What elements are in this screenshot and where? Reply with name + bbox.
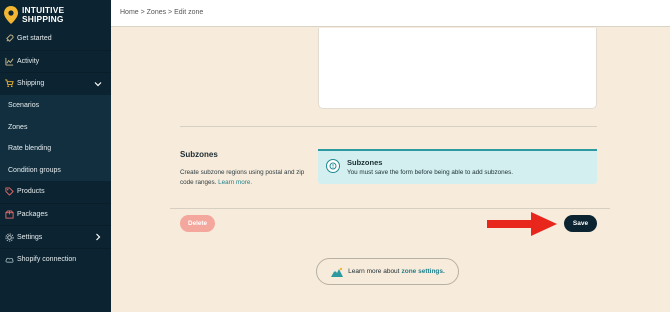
sidebar-item-products[interactable]: Products [0,181,111,203]
sidebar-item-label: Rate blending [8,145,52,153]
cart-icon [4,79,14,89]
breadcrumb[interactable]: Home > Zones > Edit zone [120,9,203,16]
learn-more-link[interactable]: Learn more. [218,179,252,186]
info-icon [326,159,340,173]
arrow-right-icon [487,212,557,236]
sidebar-item-label: Products [17,188,45,196]
sidebar-item-get-started[interactable]: Get started [0,28,111,50]
sidebar-item-zones[interactable]: Zones [0,116,111,138]
section-description: Create subzone regions using postal and … [180,169,305,186]
sidebar-item-label: Packages [17,211,48,219]
chevron-right-icon[interactable] [93,232,103,242]
sidebar-item-label: Activity [17,57,40,65]
info-message: You must save the form before being able… [347,169,514,176]
sidebar-item-settings[interactable]: Settings [0,226,111,248]
sidebar: INTUITIVE SHIPPING Get started Activity … [0,0,111,312]
sidebar-item-activity[interactable]: Activity [0,51,111,73]
delete-button[interactable]: Delete [180,215,215,232]
sidebar-item-scenarios[interactable]: Scenarios [0,94,111,117]
sidebar-item-shopify-connection[interactable]: Shopify connection [0,249,111,271]
sidebar-item-condition-groups[interactable]: Condition groups [0,159,111,182]
sidebar-item-label: Zones [8,123,28,131]
zone-settings-link[interactable]: zone settings. [401,268,444,275]
info-banner: Subzones You must save the form before b… [318,149,597,184]
zone-form-card [318,28,597,109]
chevron-down-icon[interactable] [93,79,103,89]
sidebar-item-label: Get started [17,35,52,43]
mountain-icon [331,267,344,277]
rocket-icon [4,34,14,44]
location-pin-icon [4,6,18,24]
sidebar-item-rate-blending[interactable]: Rate blending [0,137,111,160]
learn-more-zone-settings[interactable]: Learn more about zone settings. [316,258,459,285]
brand-logo[interactable]: INTUITIVE SHIPPING [4,4,108,26]
brand-name: INTUITIVE SHIPPING [22,5,65,24]
sidebar-item-label: Shopify connection [17,256,77,264]
info-title: Subzones [347,158,383,167]
cloud-icon [4,255,14,265]
package-icon [4,210,14,220]
learn-more-text: Learn more about [348,268,400,275]
sidebar-item-label: Settings [17,233,43,241]
sidebar-item-label: Condition groups [8,166,61,174]
sidebar-nav: Get started Activity Shipping Scenarios … [0,28,111,271]
sidebar-item-shipping[interactable]: Shipping [0,73,111,95]
top-bar: Home > Zones > Edit zone [111,0,670,27]
divider [170,208,610,209]
divider [180,126,597,127]
tag-icon [4,187,14,197]
sidebar-item-label: Scenarios [8,102,40,110]
gear-icon [4,232,14,242]
chart-icon [4,56,14,66]
section-title: Subzones [180,150,218,159]
save-button[interactable]: Save [564,215,597,232]
sidebar-item-packages[interactable]: Packages [0,204,111,226]
sidebar-item-label: Shipping [17,80,45,88]
